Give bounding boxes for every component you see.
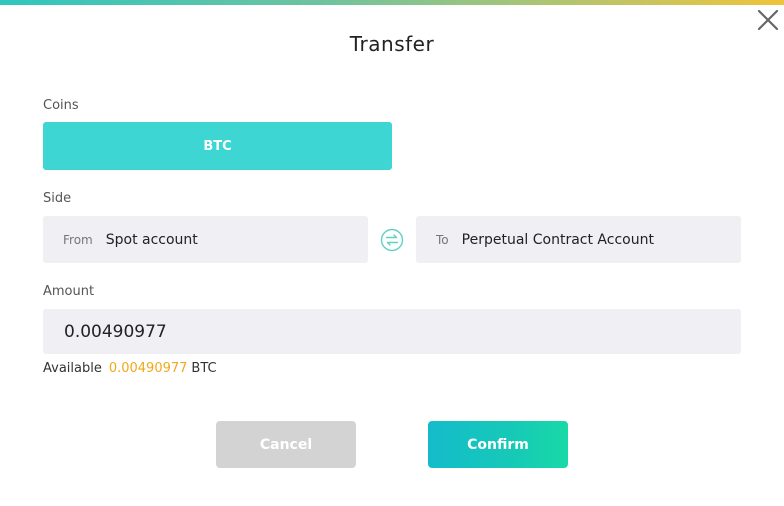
confirm-button[interactable]: Confirm xyxy=(428,421,568,468)
swap-arrows-icon[interactable] xyxy=(380,228,404,252)
coins-label: Coins xyxy=(43,98,79,113)
amount-label: Amount xyxy=(43,284,95,299)
close-icon[interactable] xyxy=(756,8,780,32)
available-balance: Available 0.00490977 BTC xyxy=(43,361,217,376)
to-tag: To xyxy=(436,232,449,247)
side-label: Side xyxy=(43,191,72,206)
available-label: Available xyxy=(43,361,102,376)
cancel-button[interactable]: Cancel xyxy=(216,421,356,468)
transfer-dialog: Transfer Coins BTC Side From Spot accoun… xyxy=(0,0,784,506)
coin-option-label: BTC xyxy=(203,138,232,154)
from-account-select[interactable]: From Spot account xyxy=(43,216,368,263)
dialog-title: Transfer xyxy=(349,32,435,56)
from-account-value: Spot account xyxy=(105,231,198,248)
amount-field-container xyxy=(43,309,741,354)
top-accent-bar xyxy=(0,0,784,5)
available-value: 0.00490977 xyxy=(108,361,188,376)
to-account-value: Perpetual Contract Account xyxy=(461,231,654,248)
from-tag: From xyxy=(63,232,93,247)
coin-option-btc[interactable]: BTC xyxy=(43,122,392,170)
amount-input[interactable] xyxy=(62,320,726,343)
to-account-select[interactable]: To Perpetual Contract Account xyxy=(416,216,741,263)
available-unit: BTC xyxy=(191,361,217,376)
